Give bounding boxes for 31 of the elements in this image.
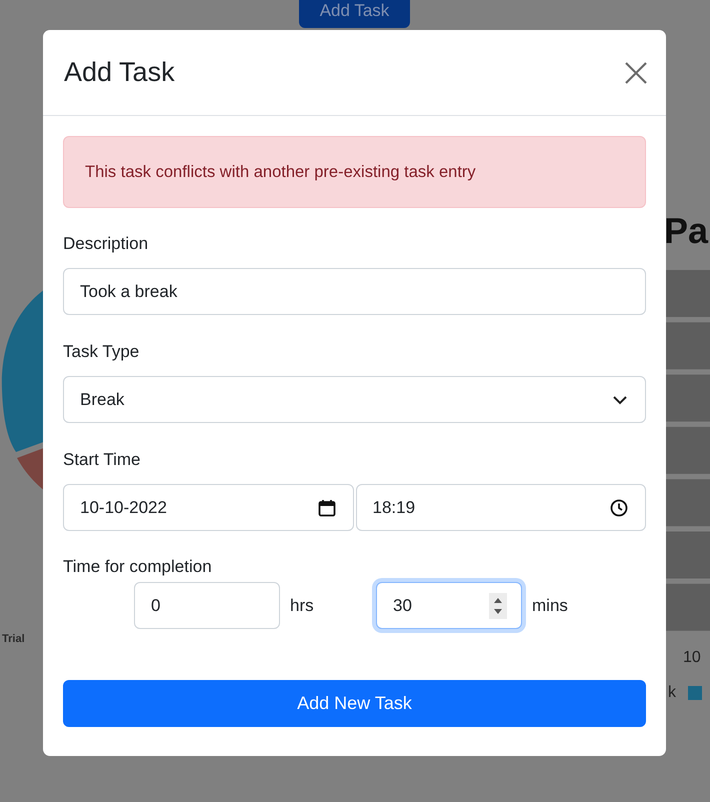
chart-bar: [665, 426, 710, 474]
input-field[interactable]: Took a break: [63, 268, 646, 315]
field-label: Description: [63, 234, 150, 255]
dropdown[interactable]: Break: [63, 376, 646, 423]
clock-icon[interactable]: [610, 498, 628, 516]
unit-label: mins: [532, 596, 568, 616]
close-button[interactable]: [625, 62, 647, 84]
legend-label: k: [668, 684, 676, 702]
input-field[interactable]: 0: [134, 582, 280, 629]
chart-bar: [665, 532, 710, 578]
field-label: Time for completion: [63, 557, 213, 578]
unit-label: hrs: [290, 596, 314, 616]
add-task-button[interactable]: Add Task: [299, 0, 410, 28]
chart-label: Trial: [2, 633, 25, 645]
calendar-icon[interactable]: [318, 498, 336, 516]
axis-tick: 10: [683, 649, 701, 667]
chart-title: Pa: [664, 210, 708, 252]
add-new-task-button[interactable]: Add New Task: [63, 680, 646, 727]
spinner-arrows-icon[interactable]: [489, 592, 507, 618]
chart-bar: [665, 322, 710, 370]
chart-bar: [665, 374, 710, 422]
legend-swatch: [688, 686, 702, 700]
chart-bar: [665, 584, 710, 631]
alert-message: This task conflicts with another pre-existing task entry: [63, 136, 646, 208]
input-field[interactable]: 10-10-2022: [63, 484, 354, 531]
field-label: Task Type: [63, 342, 140, 363]
chart-bar: [665, 479, 710, 526]
input-field[interactable]: 18:19: [356, 484, 646, 531]
chart-bar: [665, 270, 710, 317]
field-label: Start Time: [63, 450, 142, 471]
modal-title: Add Task: [64, 57, 175, 88]
